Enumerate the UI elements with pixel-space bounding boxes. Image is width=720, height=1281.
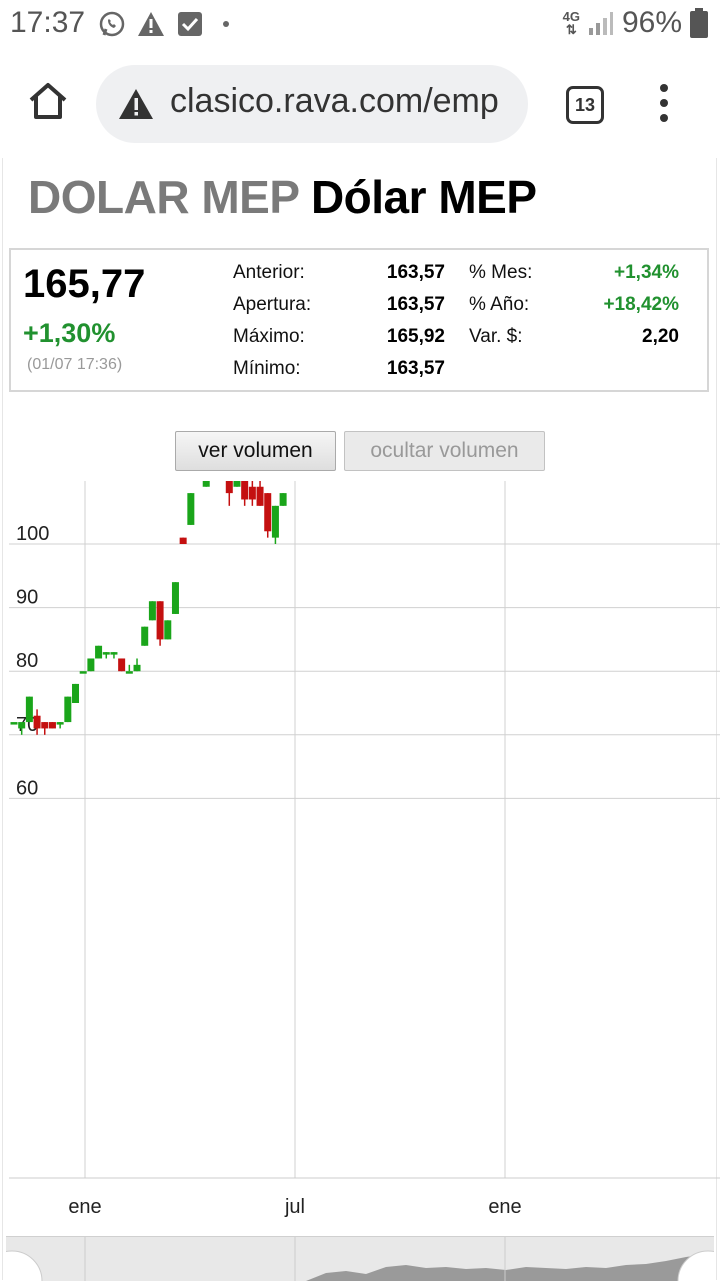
page-content: DOLAR MEP Dólar MEP 165,77 +1,30% (01/07… [0,158,720,1280]
candle-up [87,658,94,671]
candle-up [18,722,25,728]
candle-down [249,487,256,500]
show-volume-button[interactable]: ver volumen [175,431,336,471]
status-bar: 17:37 4G⇅ 96% [0,0,720,50]
battery-percent: 96% [622,6,682,40]
candle-down [226,481,233,493]
quote-panel: 165,77 +1,30% (01/07 17:36) Anterior: 16… [9,248,709,392]
candle-up [103,652,110,655]
value-var: 2,20 [579,326,679,348]
candle-up [172,582,179,614]
value-maximo: 165,92 [345,326,445,348]
value-apertura: 163,57 [345,294,445,316]
address-bar[interactable]: clasico.rava.com/emp [96,65,528,143]
y-tick-label: 80 [16,650,38,672]
navigator-right-handle[interactable] [678,1251,714,1281]
check-icon [176,10,204,38]
candle-down [34,716,41,729]
candle-up [272,506,279,538]
y-tick-label: 90 [16,587,38,609]
price-change: +1,30% [23,318,115,349]
value-anio: +18,42% [579,294,679,316]
value-mes: +1,34% [579,262,679,284]
candle-up [134,665,141,671]
y-tick-label: 100 [16,523,49,545]
menu-icon[interactable] [654,84,674,124]
home-icon[interactable] [27,80,69,122]
candle-down [118,658,125,671]
y-tick-label: 60 [16,777,38,799]
quote-timestamp: (01/07 17:36) [27,356,122,374]
candle-down [41,722,48,728]
label-anterior: Anterior: [233,262,305,284]
page-title: DOLAR MEP Dólar MEP [28,170,537,224]
candle-up [95,646,102,659]
label-apertura: Apertura: [233,294,311,316]
x-tick-label: jul [284,1196,305,1218]
candle-up [110,652,117,655]
candlestick-chart[interactable]: 60708090100110120130140150160enejulene [0,481,720,1236]
value-anterior: 163,57 [345,262,445,284]
last-price: 165,77 [23,262,145,307]
label-mes: % Mes: [469,262,532,284]
x-tick-label: ene [488,1196,521,1218]
browser-toolbar: clasico.rava.com/emp 13 [0,50,720,159]
candle-up [64,697,71,722]
chart-navigator[interactable] [6,1236,714,1281]
ticker-label: DOLAR MEP [28,171,299,223]
network-indicator: 4G⇅ [563,10,580,36]
x-tick-label: ene [68,1196,101,1218]
label-anio: % Año: [469,294,529,316]
candle-down [257,487,264,506]
battery-icon [690,8,708,38]
label-maximo: Máximo: [233,326,305,348]
signal-icon [588,10,614,36]
candle-down [264,493,271,531]
candle-up [57,722,64,725]
candle-down [180,538,187,544]
candle-up [233,481,240,487]
value-minimo: 163,57 [345,358,445,380]
candle-down [157,601,164,639]
candle-up [280,493,287,506]
url-text[interactable]: clasico.rava.com/emp [170,82,499,121]
status-time: 17:37 [10,6,85,40]
warning-icon[interactable] [118,87,154,121]
candle-up [80,671,87,674]
candle-up [126,671,133,674]
dot-icon [222,10,250,38]
hide-volume-button[interactable]: ocultar volumen [344,431,545,471]
navigator-series [6,1237,714,1281]
candle-up [11,722,18,725]
candle-up [149,601,156,620]
label-var: Var. $: [469,326,523,348]
instrument-name: Dólar MEP [311,171,537,223]
candle-up [187,493,194,525]
whatsapp-icon [98,10,126,38]
candle-up [141,627,148,646]
candle-up [164,620,171,639]
candle-down [49,722,56,728]
label-minimo: Mínimo: [233,358,301,380]
candle-up [26,697,33,722]
warning-icon [137,10,165,38]
navigator-left-handle[interactable] [6,1251,42,1281]
tabs-icon[interactable]: 13 [566,86,604,124]
candle-up [203,481,210,487]
candle-up [72,684,79,703]
candle-down [241,481,248,499]
